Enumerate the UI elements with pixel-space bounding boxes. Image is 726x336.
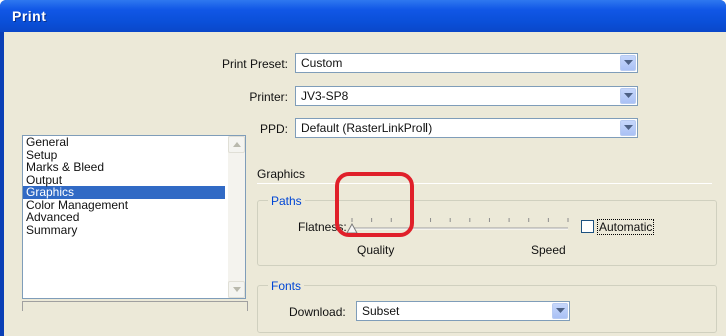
paths-legend: Paths <box>268 194 305 208</box>
highlight-circle <box>335 172 414 237</box>
title-bar[interactable]: Print <box>0 0 726 32</box>
category-item[interactable]: Summary <box>23 224 225 237</box>
download-select[interactable]: Subset <box>356 301 570 321</box>
section-heading: Graphics <box>257 167 306 181</box>
category-items: General Setup Marks & Bleed Output Graphics C… <box>23 136 245 236</box>
ppd-label: PPD: <box>259 122 288 136</box>
print-preset-value: Custom <box>301 56 343 70</box>
chevron-down-icon[interactable] <box>620 88 636 104</box>
category-item[interactable]: Advanced <box>23 211 225 224</box>
fonts-legend: Fonts <box>268 279 305 293</box>
download-label: Download: <box>289 305 346 319</box>
automatic-label[interactable]: Automatic <box>597 219 655 235</box>
category-item[interactable]: Marks & Bleed <box>23 161 225 174</box>
chevron-down-icon[interactable] <box>620 120 636 136</box>
download-value: Subset <box>362 304 400 318</box>
printer-label: Printer: <box>249 90 288 104</box>
scroll-down-icon[interactable] <box>228 281 245 298</box>
print-preset-label: Print Preset: <box>221 57 288 71</box>
automatic-checkbox[interactable] <box>581 220 594 233</box>
printer-value: JV3-SP8 <box>301 89 349 103</box>
category-item[interactable]: General <box>23 136 225 149</box>
preview-panel-edge <box>22 301 248 311</box>
ppd-select[interactable]: Default (RasterLinkProⅡ) <box>295 118 638 138</box>
heading-divider <box>257 183 712 184</box>
category-item[interactable]: Graphics <box>23 186 225 199</box>
scroll-up-icon[interactable] <box>228 136 245 153</box>
chevron-down-icon[interactable] <box>552 303 568 319</box>
quality-label: Quality <box>357 243 395 257</box>
chevron-down-icon[interactable] <box>620 55 636 71</box>
category-scrollbar[interactable] <box>228 136 245 298</box>
print-preset-select[interactable]: Custom <box>295 53 638 73</box>
speed-label: Speed <box>531 243 566 257</box>
print-dialog: Print Print Preset: Custom Printer: JV3-… <box>0 0 726 336</box>
ppd-value: Default (RasterLinkProⅡ) <box>301 121 433 135</box>
window-title: Print <box>12 8 47 24</box>
category-list[interactable]: General Setup Marks & Bleed Output Graphics C… <box>22 135 246 299</box>
printer-select[interactable]: JV3-SP8 <box>295 86 638 106</box>
